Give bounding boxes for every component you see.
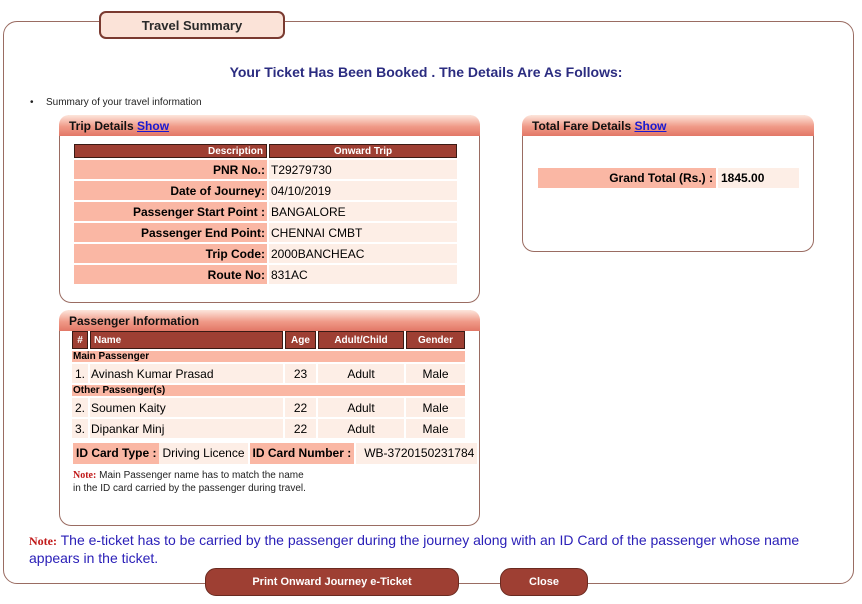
main-passenger-label: Main Passenger [72,351,465,362]
id-type-label: ID Card Type : [73,443,160,464]
passenger-type: Adult [318,398,404,417]
note-label: Note: [73,470,97,481]
table-row: 1. Avinash Kumar Prasad 23 Adult Male [72,364,465,383]
table-row: PNR No.: T29279730 [74,160,457,179]
grand-total-row: Grand Total (Rs.) : 1845.00 [538,168,799,188]
passenger-num: 1. [72,364,88,383]
table-row: Route No: 831AC [74,265,457,284]
note-line-2: in the ID card carried by the passenger … [73,483,306,494]
id-card-row: ID Card Type : Driving Licence ID Card N… [73,443,478,464]
passenger-gender: Male [406,364,465,383]
num-header: # [72,331,88,349]
start-point-value: BANGALORE [269,202,457,221]
passenger-type: Adult [318,364,404,383]
passenger-num: 3. [72,419,88,438]
passenger-age: 23 [285,364,316,383]
trip-details-header: Trip Details Show [59,115,480,136]
start-point-label: Passenger Start Point : [74,202,267,221]
journey-date-value: 04/10/2019 [269,181,457,200]
table-row: Passenger Start Point : BANGALORE [74,202,457,221]
trip-code-value: 2000BANCHEAC [269,244,457,263]
passenger-name: Dipankar Minj [90,419,283,438]
journey-date-label: Date of Journey: [74,181,267,200]
passenger-table: # Name Age Adult/Child Gender Main Passe… [70,329,467,440]
id-match-note: Note: Main Passenger name has to match t… [73,469,306,495]
passenger-gender: Male [406,398,465,417]
grand-total-label: Grand Total (Rs.) : [538,168,716,188]
pnr-value: T29279730 [269,160,457,179]
table-row: 2. Soumen Kaity 22 Adult Male [72,398,465,417]
fare-details-show-link[interactable]: Show [634,119,666,133]
end-point-label: Passenger End Point: [74,223,267,242]
summary-bullet-text: Summary of your travel information [46,97,202,108]
fare-details-title: Total Fare Details [532,119,632,133]
pnr-label: PNR No.: [74,160,267,179]
table-row: Date of Journey: 04/10/2019 [74,181,457,200]
passenger-gender: Male [406,419,465,438]
passenger-type: Adult [318,419,404,438]
bullet-icon: • [30,97,34,108]
eticket-note: Note: The e-ticket has to be carried by … [29,532,829,567]
age-header: Age [285,331,316,349]
summary-bullet: • Summary of your travel information [30,97,202,108]
passenger-name: Avinash Kumar Prasad [90,364,283,383]
id-number-value: WB-3720150231784 [356,443,478,464]
gender-header: Gender [406,331,465,349]
id-number-label: ID Card Number : [249,443,355,464]
print-eticket-button[interactable]: Print Onward Journey e-Ticket [205,568,459,596]
passenger-name: Soumen Kaity [90,398,283,417]
trip-details-show-link[interactable]: Show [137,119,169,133]
adult-child-header: Adult/Child [318,331,404,349]
fare-details-header: Total Fare Details Show [522,115,814,136]
passenger-num: 2. [72,398,88,417]
description-header: Description [74,144,267,158]
other-passengers-label: Other Passenger(s) [72,385,465,396]
grand-total-value: 1845.00 [718,168,799,188]
note-line-1: Main Passenger name has to match the nam… [99,470,304,481]
onward-trip-header: Onward Trip [269,144,457,158]
trip-code-label: Trip Code: [74,244,267,263]
passenger-info-title: Passenger Information [69,314,200,328]
route-no-value: 831AC [269,265,457,284]
close-button[interactable]: Close [500,568,588,596]
trip-details-title: Trip Details [69,119,134,133]
table-row: Trip Code: 2000BANCHEAC [74,244,457,263]
passenger-age: 22 [285,398,316,417]
booking-headline: Your Ticket Has Been Booked . The Detail… [229,64,623,80]
route-no-label: Route No: [74,265,267,284]
footer-note-label: Note: [29,534,57,548]
table-row: 3. Dipankar Minj 22 Adult Male [72,419,465,438]
passenger-info-header: Passenger Information [59,310,480,331]
trip-details-table: Description Onward Trip PNR No.: T292797… [72,142,459,286]
passenger-age: 22 [285,419,316,438]
id-type-value: Driving Licence [159,443,248,464]
travel-summary-legend: Travel Summary [99,11,285,39]
name-header: Name [90,331,283,349]
table-row: Passenger End Point: CHENNAI CMBT [74,223,457,242]
end-point-value: CHENNAI CMBT [269,223,457,242]
footer-note-text: The e-ticket has to be carried by the pa… [29,532,800,566]
